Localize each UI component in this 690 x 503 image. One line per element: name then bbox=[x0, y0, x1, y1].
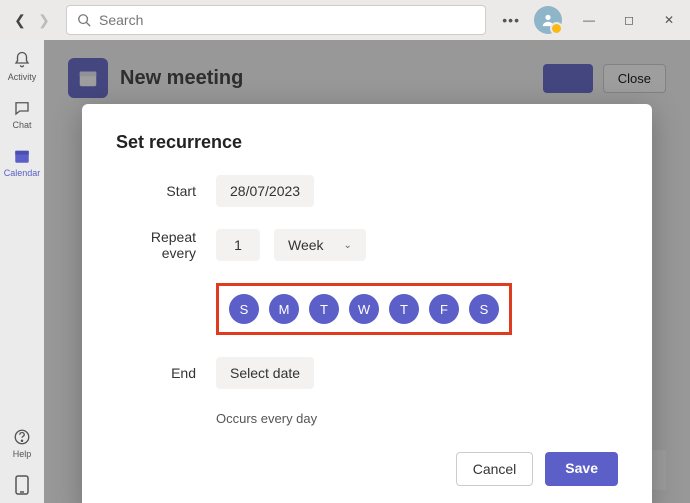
main-area: New meeting Close B I U S | ∀ A AА Parag… bbox=[44, 40, 690, 503]
day-friday[interactable]: F bbox=[429, 294, 459, 324]
chat-icon bbox=[12, 98, 32, 118]
sidebar-item-calendar[interactable]: Calendar bbox=[4, 146, 41, 178]
sidebar-item-help[interactable]: Help bbox=[12, 427, 32, 459]
day-monday[interactable]: M bbox=[269, 294, 299, 324]
day-thursday[interactable]: T bbox=[389, 294, 419, 324]
sidebar-label: Help bbox=[13, 449, 32, 459]
day-tuesday[interactable]: T bbox=[309, 294, 339, 324]
avatar[interactable] bbox=[534, 6, 562, 34]
title-bar: ❮ ❯ ••• — ◻ ✕ bbox=[0, 0, 690, 40]
sidebar: Activity Chat Calendar Help bbox=[0, 40, 44, 503]
day-sunday[interactable]: S bbox=[229, 294, 259, 324]
sidebar-label: Calendar bbox=[4, 168, 41, 178]
nav-forward-icon[interactable]: ❯ bbox=[32, 12, 56, 29]
search-icon bbox=[77, 13, 91, 27]
search-field[interactable] bbox=[99, 12, 475, 28]
sidebar-item-device[interactable] bbox=[12, 475, 32, 495]
bell-icon bbox=[12, 50, 32, 70]
end-date-input[interactable]: Select date bbox=[216, 357, 314, 389]
sidebar-label: Activity bbox=[8, 72, 37, 82]
sidebar-item-activity[interactable]: Activity bbox=[8, 50, 37, 82]
day-wednesday[interactable]: W bbox=[349, 294, 379, 324]
sidebar-label: Chat bbox=[12, 120, 31, 130]
help-icon bbox=[12, 427, 32, 447]
repeat-count-input[interactable]: 1 bbox=[216, 229, 260, 261]
person-icon bbox=[541, 13, 555, 27]
days-selector-highlight: S M T W T F S bbox=[216, 283, 512, 335]
chevron-down-icon: ⌄ bbox=[344, 240, 352, 251]
cancel-button[interactable]: Cancel bbox=[456, 452, 534, 486]
start-label: Start bbox=[116, 183, 202, 199]
repeat-unit-select[interactable]: Week ⌄ bbox=[274, 229, 366, 261]
recurrence-modal: Set recurrence Start 28/07/2023 Repeat e… bbox=[82, 104, 652, 503]
modal-title: Set recurrence bbox=[116, 132, 618, 153]
modal-overlay: Set recurrence Start 28/07/2023 Repeat e… bbox=[44, 40, 690, 503]
phone-icon bbox=[12, 475, 32, 495]
nav-back-icon[interactable]: ❮ bbox=[8, 12, 32, 29]
save-button[interactable]: Save bbox=[545, 452, 618, 486]
end-label: End bbox=[116, 365, 202, 381]
sidebar-item-chat[interactable]: Chat bbox=[12, 98, 32, 130]
close-icon[interactable]: ✕ bbox=[656, 13, 682, 27]
maximize-icon[interactable]: ◻ bbox=[616, 13, 642, 27]
start-date-input[interactable]: 28/07/2023 bbox=[216, 175, 314, 207]
search-input[interactable] bbox=[66, 5, 486, 35]
repeat-label: Repeat every bbox=[116, 229, 202, 261]
more-icon[interactable]: ••• bbox=[502, 12, 520, 28]
recurrence-summary: Occurs every day bbox=[216, 411, 618, 426]
minimize-icon[interactable]: — bbox=[576, 13, 602, 27]
day-saturday[interactable]: S bbox=[469, 294, 499, 324]
calendar-icon bbox=[12, 146, 32, 166]
